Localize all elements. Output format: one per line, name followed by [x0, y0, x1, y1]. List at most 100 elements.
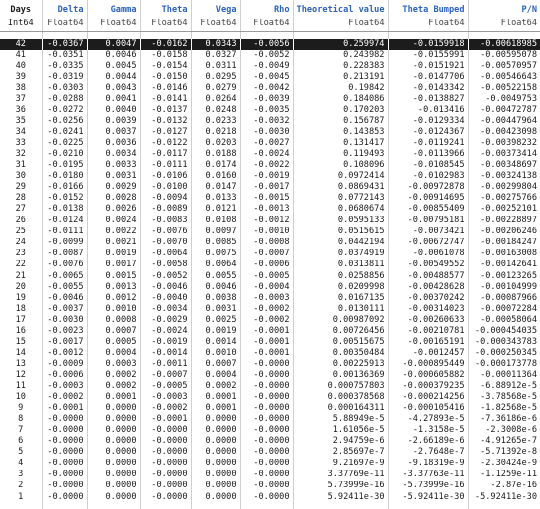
cell-days: 31	[15, 160, 26, 171]
cell-gamma: 0.0031	[86, 171, 140, 183]
table-row[interactable]: 39 -0.0319 0.0044 -0.0150 0.0295 -0.0045 0.213…	[0, 71, 540, 83]
table-row[interactable]: 40 -0.0335 0.0045 -0.0154 0.0311 -0.0049 0.228…	[0, 60, 540, 72]
cell-theta-bumped: -2.66189e-6	[387, 436, 468, 448]
cell-theoretical-value: 0.00136369	[292, 370, 388, 382]
cell-theta: -0.0070	[139, 237, 191, 249]
cell-theta-bumped: -9.18319e-9	[387, 458, 468, 470]
table-row[interactable]: 2 -0.0000 0.0000 -0.0000 0.0000 -0.0000 5.7399…	[0, 480, 540, 492]
table-row[interactable]: 38 -0.0303 0.0043 -0.0146 0.0279 -0.0042 0.198…	[0, 82, 540, 94]
table-row[interactable]: 11 -0.0003 0.0002 -0.0005 0.0002 -0.0000 0.000…	[0, 381, 540, 393]
cell-days: 19	[15, 292, 26, 303]
cell-vega: 0.0019	[190, 325, 240, 338]
column-header-days[interactable]: Days	[0, 0, 42, 19]
cell-vega: 0.0010	[190, 348, 240, 360]
cell-gamma: 0.0000	[86, 458, 140, 470]
cell-theoretical-value: 0.228383	[292, 60, 388, 72]
cell-theoretical-value: 0.000164311	[292, 403, 388, 415]
column-header-delta[interactable]: Delta	[41, 0, 87, 19]
table-row[interactable]: 33 -0.0225 0.0036 -0.0122 0.0203 -0.0027 0.131…	[0, 138, 540, 150]
cell-days: 34	[15, 127, 26, 137]
column-header-theta[interactable]: Theta	[139, 0, 191, 19]
table-row[interactable]: 13 -0.0009 0.0003 -0.0011 0.0007 -0.0000 0.002…	[0, 359, 540, 371]
column-header-rho[interactable]: Rho	[239, 0, 293, 19]
column-header-theoretical-value[interactable]: Theoretical value	[292, 0, 388, 19]
table-row[interactable]: 19 -0.0046 0.0012 -0.0040 0.0038 -0.0003 0.016…	[0, 292, 540, 304]
cell-days: 29	[15, 182, 26, 193]
column-header-theta-bumped[interactable]: Theta Bumped	[387, 0, 468, 19]
table-row[interactable]: 6 -0.0000 0.0000 -0.0000 0.0000 -0.0000 2.9475…	[0, 436, 540, 448]
table-row[interactable]: 1 -0.0000 0.0000 -0.0000 0.0000 -0.0000 5.9241…	[0, 491, 540, 503]
column-header-vega[interactable]: Vega	[190, 0, 240, 19]
cell-theta-bumped: -5.92411e-30	[387, 491, 468, 503]
table-row[interactable]: 21 -0.0065 0.0015 -0.0052 0.0055 -0.0005 0.025…	[0, 270, 540, 282]
cell-theoretical-value: 0.0374919	[292, 248, 388, 260]
table-row[interactable]: 14 -0.0012 0.0004 -0.0014 0.0010 -0.0001 0.003…	[0, 348, 540, 360]
table-row[interactable]: 16 -0.0023 0.0007 -0.0024 0.0019 -0.0001 0.007…	[0, 325, 540, 338]
table-row[interactable]: 34 -0.0241 0.0037 -0.0127 0.0218 -0.0030 0.143…	[0, 127, 540, 139]
cell-rho: -0.0000	[239, 458, 293, 470]
cell-theta: -0.0005	[139, 381, 191, 393]
table-row[interactable]: 37 -0.0288 0.0041 -0.0141 0.0264 -0.0039 0.184…	[0, 93, 540, 106]
table-row[interactable]: 15 -0.0017 0.0005 -0.0019 0.0014 -0.0001 0.005…	[0, 337, 540, 349]
table-row[interactable]: 23 -0.0087 0.0019 -0.0064 0.0075 -0.0007 0.037…	[0, 248, 540, 260]
cell-pn: -0.00618985	[467, 38, 540, 50]
table-row[interactable]: 42 -0.0367 0.0047 -0.0162 0.0343 -0.0056 0.259…	[0, 38, 540, 50]
table-row[interactable]: 36 -0.0272 0.0040 -0.0137 0.0248 -0.0035 0.170…	[0, 105, 540, 117]
cell-delta: -0.0000	[41, 414, 87, 426]
cell-pn: -2.30424e-9	[467, 458, 540, 470]
table-row[interactable]: 20 -0.0055 0.0013 -0.0046 0.0046 -0.0004 0.020…	[0, 281, 540, 293]
cell-gamma: 0.0000	[86, 491, 140, 503]
table-row[interactable]: 7 -0.0000 0.0000 -0.0000 0.0000 -0.0000 1.6105…	[0, 425, 540, 437]
table-row[interactable]: 5 -0.0000 0.0000 -0.0000 0.0000 -0.0000 2.8569…	[0, 447, 540, 459]
table-row[interactable]: 4 -0.0000 0.0000 -0.0000 0.0000 -0.0000 9.2169…	[0, 458, 540, 470]
cell-rho: -0.0000	[239, 480, 293, 492]
cell-theoretical-value: 0.259974	[292, 38, 388, 50]
table-row[interactable]: 22 -0.0076 0.0017 -0.0058 0.0064 -0.0006 0.031…	[0, 259, 540, 271]
table-row[interactable]: 35 -0.0256 0.0039 -0.0132 0.0233 -0.0032 0.156…	[0, 116, 540, 128]
table-row[interactable]: 12 -0.0006 0.0002 -0.0007 0.0004 -0.0000 0.001…	[0, 370, 540, 382]
column-header-pn[interactable]: P/N	[467, 0, 540, 19]
cell-days: 8	[18, 414, 24, 425]
cell-gamma: 0.0022	[86, 226, 140, 238]
table-row[interactable]: 41 -0.0351 0.0046 -0.0158 0.0327 -0.0052 0.243…	[0, 49, 540, 61]
cell-delta: -0.0006	[41, 370, 87, 382]
cell-vega: 0.0064	[190, 259, 240, 271]
table-row[interactable]: 25 -0.0111 0.0022 -0.0076 0.0097 -0.0010 0.051…	[0, 226, 540, 238]
cell-vega: 0.0025	[190, 314, 240, 326]
cell-days: 15	[15, 337, 26, 347]
table-row[interactable]: 31 -0.0195 0.0033 -0.0111 0.0174 -0.0022 0.108…	[0, 160, 540, 172]
cell-rho: -0.0002	[239, 303, 293, 315]
cell-gamma: 0.0000	[86, 480, 140, 492]
cell-delta: -0.0272	[41, 105, 87, 117]
table-row[interactable]: 28 -0.0152 0.0028 -0.0094 0.0133 -0.0015 0.077…	[0, 193, 540, 205]
cell-vega: 0.0248	[190, 105, 240, 117]
cell-theoretical-value: 5.88949e-5	[292, 414, 388, 426]
table-row[interactable]: 18 -0.0037 0.0010 -0.0034 0.0031 -0.0002 0.013…	[0, 303, 540, 315]
column-header-gamma[interactable]: Gamma	[86, 0, 140, 19]
cell-delta: -0.0351	[41, 49, 87, 61]
cell-theoretical-value: 0.108096	[292, 160, 388, 172]
cell-pn: -1.82568e-5	[467, 403, 540, 415]
table-row[interactable]: 8 -0.0000 0.0000 -0.0001 0.0000 -0.0000 5.8894…	[0, 414, 540, 426]
table-row[interactable]: 27 -0.0138 0.0026 -0.0089 0.0121 -0.0013 0.068…	[0, 204, 540, 216]
table-row[interactable]: 24 -0.0099 0.0021 -0.0070 0.0085 -0.0008 0.044…	[0, 237, 540, 249]
table-row[interactable]: 26 -0.0124 0.0024 -0.0083 0.0108 -0.0012 0.059…	[0, 215, 540, 227]
table-row[interactable]: 29 -0.0166 0.0029 -0.0100 0.0147 -0.0017 0.086…	[0, 182, 540, 194]
cell-days: 26	[15, 215, 26, 226]
table-row[interactable]: 32 -0.0210 0.0034 -0.0117 0.0188 -0.0024 0.119…	[0, 149, 540, 161]
cell-days: 3	[18, 469, 24, 480]
cell-theoretical-value: 0.00515675	[292, 337, 388, 349]
cell-theta: -0.0034	[139, 303, 191, 315]
cell-delta: -0.0180	[41, 171, 87, 183]
cell-theta-bumped: -0.00914695	[387, 193, 468, 205]
cell-vega: 0.0147	[190, 182, 240, 194]
cell-days: 42	[0, 38, 42, 50]
table-row[interactable]: 10 -0.0002 0.0001 -0.0003 0.0001 -0.0000 0.000…	[0, 392, 540, 404]
table-row[interactable]: 9 -0.0001 0.0000 -0.0002 0.0001 -0.0000 0.0001…	[0, 403, 540, 415]
cell-pn: -0.000454035	[467, 325, 540, 338]
cell-rho: -0.0000	[239, 414, 293, 426]
table-row[interactable]: 30 -0.0180 0.0031 -0.0106 0.0160 -0.0019 0.097…	[0, 171, 540, 183]
table-row[interactable]: 17 -0.0030 0.0008 -0.0029 0.0025 -0.0002 0.009…	[0, 314, 540, 326]
cell-pn: -0.0049753	[467, 93, 540, 106]
table-row[interactable]: 3 -0.0000 0.0000 -0.0000 0.0000 -0.0000 3.3776…	[0, 469, 540, 481]
